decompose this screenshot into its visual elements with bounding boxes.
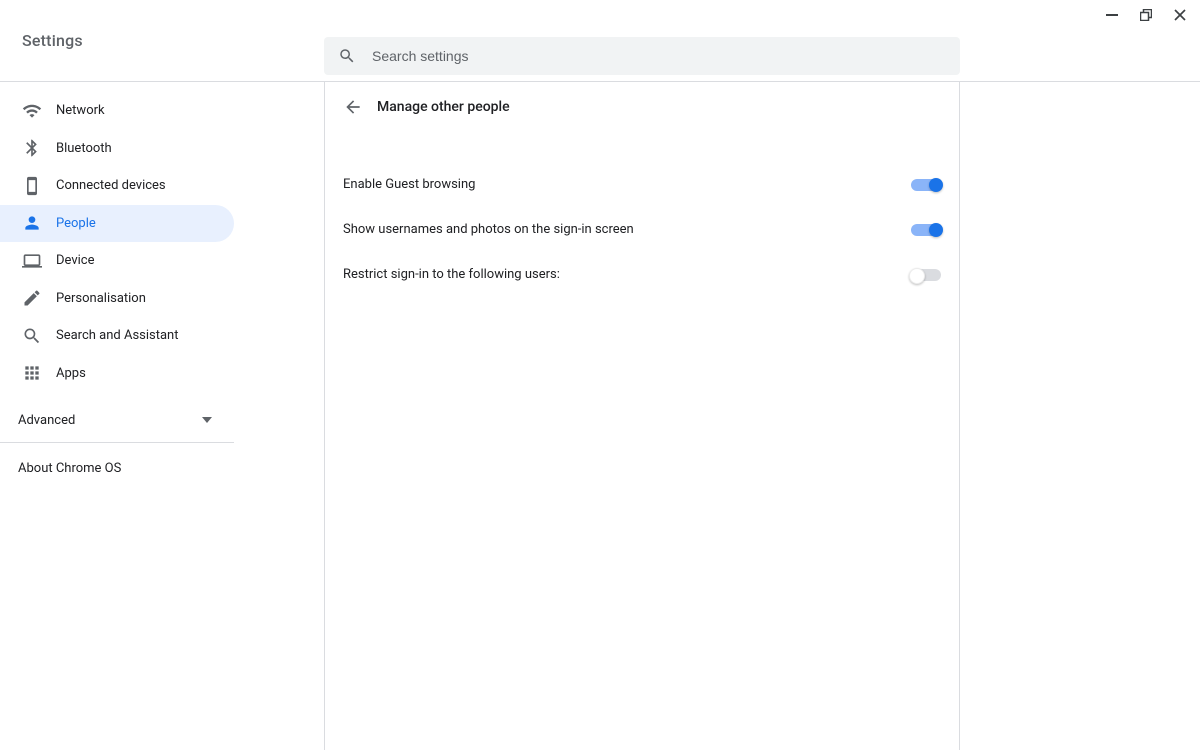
sidebar-item-label: Search and Assistant: [56, 328, 179, 343]
chevron-down-icon: [202, 417, 212, 423]
sidebar-item-label: People: [56, 216, 96, 231]
sidebar-item-label: Connected devices: [56, 178, 166, 193]
wifi-icon: [22, 101, 42, 121]
sidebar-item-label: Device: [56, 253, 95, 268]
main-content: Manage other people Enable Guest browsin…: [324, 82, 960, 750]
sidebar-item-label: Network: [56, 103, 105, 118]
advanced-label: Advanced: [18, 413, 75, 428]
apps-icon: [22, 363, 42, 383]
bluetooth-icon: [22, 138, 42, 158]
arrow-back-icon: [343, 97, 363, 117]
window-controls: [1092, 0, 1200, 30]
sidebar-advanced-toggle[interactable]: Advanced: [0, 398, 234, 442]
search-input[interactable]: [370, 47, 946, 65]
search-icon: [22, 326, 42, 346]
about-label: About Chrome OS: [18, 461, 121, 476]
toggle-guest-browsing[interactable]: [911, 179, 941, 191]
sidebar-item-connected-devices[interactable]: Connected devices: [0, 167, 234, 205]
pencil-icon: [22, 288, 42, 308]
sidebar-item-bluetooth[interactable]: Bluetooth: [0, 130, 234, 168]
setting-label: Restrict sign-in to the following users:: [343, 267, 560, 282]
close-button[interactable]: [1172, 7, 1188, 23]
page-title: Manage other people: [377, 99, 510, 115]
setting-restrict-signin: Restrict sign-in to the following users:: [325, 252, 959, 297]
setting-show-usernames: Show usernames and photos on the sign-in…: [325, 207, 959, 252]
app-header: Settings: [0, 0, 1200, 82]
person-icon: [22, 213, 42, 233]
sidebar-item-label: Apps: [56, 366, 86, 381]
search-icon: [338, 47, 356, 65]
sidebar-about[interactable]: About Chrome OS: [0, 443, 234, 493]
sidebar-item-label: Bluetooth: [56, 141, 112, 156]
sidebar-item-search-assistant[interactable]: Search and Assistant: [0, 317, 234, 355]
minimize-button[interactable]: [1104, 7, 1120, 23]
back-button[interactable]: [343, 97, 363, 117]
sidebar-item-personalisation[interactable]: Personalisation: [0, 280, 234, 318]
app-title: Settings: [0, 31, 83, 50]
setting-guest-browsing: Enable Guest browsing: [325, 162, 959, 207]
subpage-header: Manage other people: [325, 82, 959, 132]
restore-button[interactable]: [1138, 7, 1154, 23]
setting-label: Show usernames and photos on the sign-in…: [343, 222, 634, 237]
toggle-restrict-signin[interactable]: [911, 269, 941, 281]
sidebar-item-label: Personalisation: [56, 291, 146, 306]
toggle-show-usernames[interactable]: [911, 224, 941, 236]
setting-label: Enable Guest browsing: [343, 177, 475, 192]
sidebar-item-device[interactable]: Device: [0, 242, 234, 280]
search-field[interactable]: [324, 37, 960, 75]
sidebar: Network Bluetooth Connected devices Peop…: [0, 82, 234, 750]
sidebar-item-people[interactable]: People: [0, 205, 234, 243]
sidebar-item-apps[interactable]: Apps: [0, 355, 234, 393]
sidebar-item-network[interactable]: Network: [0, 92, 234, 130]
phone-icon: [22, 176, 42, 196]
laptop-icon: [22, 251, 42, 271]
